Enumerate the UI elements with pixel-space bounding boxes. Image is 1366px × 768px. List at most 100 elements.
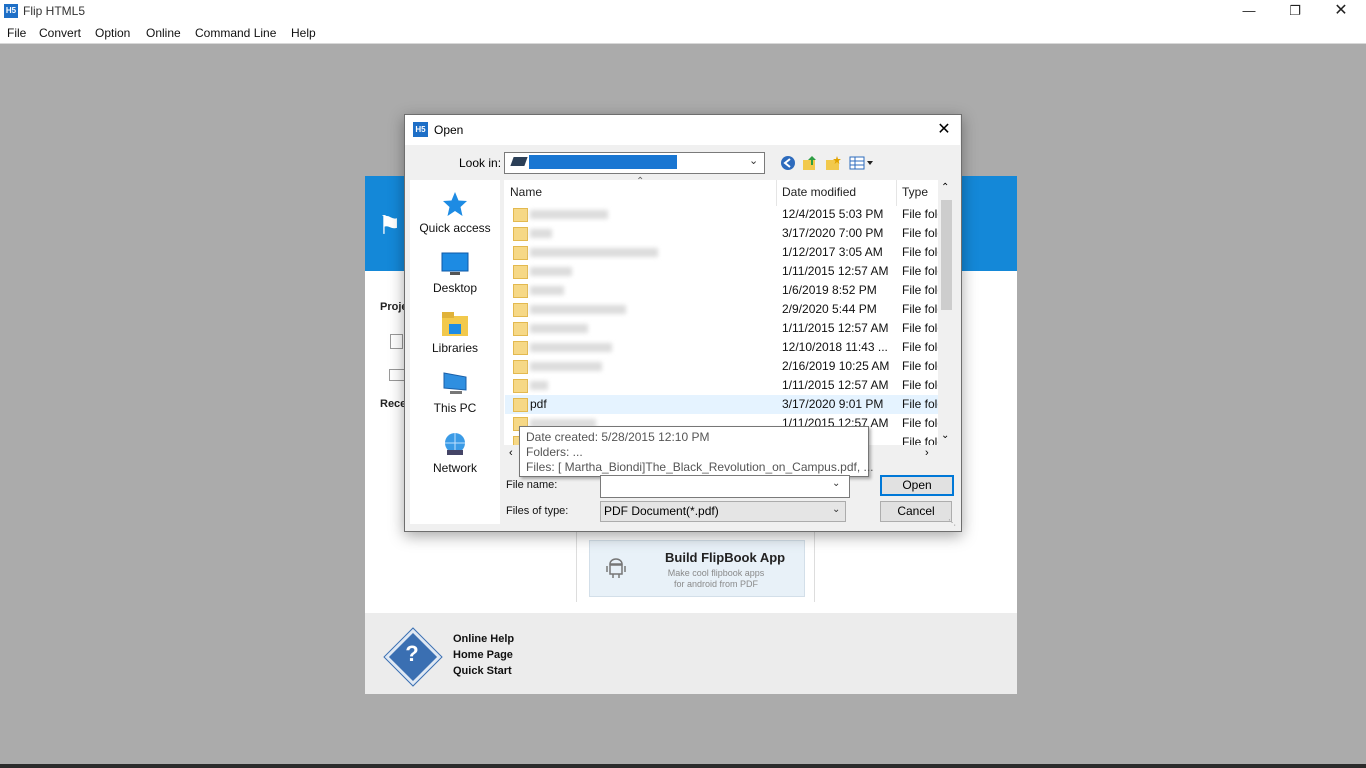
menu-convert[interactable]: Convert <box>39 26 81 40</box>
file-type: File folder <box>902 378 938 392</box>
redacted-file-name <box>530 267 572 276</box>
dialog-logo-icon: H5 <box>413 122 428 137</box>
menu-option[interactable]: Option <box>95 26 130 40</box>
file-type: File folder <box>902 397 938 411</box>
file-date: 12/4/2015 5:03 PM <box>782 207 884 221</box>
build-app-subtitle: Make cool flipbook apps for android from… <box>650 568 782 590</box>
home-page-link[interactable]: Home Page <box>453 649 513 661</box>
folder-icon <box>513 246 528 260</box>
minimize-icon[interactable]: — <box>1226 0 1272 22</box>
redacted-file-name <box>530 362 602 371</box>
desktop-icon <box>441 252 469 275</box>
file-type: File folder <box>902 283 938 297</box>
open-project-icon[interactable] <box>389 369 405 381</box>
redacted-file-name <box>530 229 552 238</box>
restore-icon[interactable]: ❐ <box>1272 0 1318 22</box>
file-date: 3/17/2020 7:00 PM <box>782 226 884 240</box>
dialog-close-icon[interactable]: ✕ <box>932 118 956 142</box>
android-icon <box>606 558 626 578</box>
file-type: File folder <box>902 340 938 354</box>
new-project-icon[interactable] <box>390 334 403 349</box>
look-in-selected-value <box>529 155 677 169</box>
folder-icon <box>513 322 528 336</box>
file-type: File folder <box>902 302 938 316</box>
chevron-down-icon[interactable]: ⌄ <box>832 478 840 489</box>
taskbar-edge <box>0 764 1366 768</box>
file-date: 2/16/2019 10:25 AM <box>782 359 890 373</box>
online-help-link[interactable]: Online Help <box>453 633 514 645</box>
menu-online[interactable]: Online <box>146 26 181 40</box>
menu-help[interactable]: Help <box>291 26 316 40</box>
folder-icon <box>513 227 528 241</box>
open-button[interactable]: Open <box>880 475 954 496</box>
place-label: Desktop <box>432 281 478 295</box>
place-this-pc[interactable]: This PC <box>410 370 500 415</box>
scroll-right-icon[interactable]: › <box>925 447 929 459</box>
file-date: 1/11/2015 12:57 AM <box>782 378 889 392</box>
menu-file[interactable]: File <box>7 26 26 40</box>
folder-icon <box>513 303 528 317</box>
folder-icon <box>513 379 528 393</box>
file-date: 1/11/2015 12:57 AM <box>782 321 889 335</box>
files-of-type-value: PDF Document(*.pdf) <box>604 504 719 518</box>
close-window-icon[interactable]: ✕ <box>1318 0 1364 22</box>
place-libraries[interactable]: Libraries <box>410 310 500 355</box>
file-date: 1/12/2017 3:05 AM <box>782 245 883 259</box>
menu-command-line[interactable]: Command Line <box>195 26 276 40</box>
star-icon <box>443 192 467 216</box>
place-network[interactable]: Network <box>410 430 500 475</box>
column-header-type[interactable]: Type <box>902 185 928 199</box>
folder-icon <box>513 208 528 222</box>
place-quick-access[interactable]: Quick access <box>410 190 500 235</box>
chevron-down-icon[interactable]: ⌄ <box>749 154 758 167</box>
file-type: File folder <box>902 264 938 278</box>
folder-icon <box>513 360 528 374</box>
scrollbar-thumb[interactable] <box>941 200 952 310</box>
file-date: 1/6/2019 8:52 PM <box>782 283 877 297</box>
scroll-left-icon[interactable]: ‹ <box>509 447 513 459</box>
file-type: File folder <box>902 207 938 221</box>
scroll-up-icon[interactable]: ⌃ <box>941 182 949 193</box>
resize-grip-icon[interactable]: ⋱ <box>948 518 956 527</box>
redacted-file-name <box>530 324 588 333</box>
new-folder-icon[interactable] <box>825 155 841 171</box>
build-app-title: Build FlipBook App <box>665 550 786 565</box>
scroll-down-icon[interactable]: ⌄ <box>941 430 949 441</box>
up-folder-icon[interactable] <box>802 155 818 171</box>
file-name-input[interactable] <box>600 475 850 498</box>
window-titlebar <box>0 0 1366 22</box>
place-desktop[interactable]: Desktop <box>410 250 500 295</box>
network-icon <box>445 433 465 455</box>
recent-heading: Rece <box>380 398 407 410</box>
file-name-label: File name: <box>506 479 558 491</box>
build-app-subtitle-line: for android from PDF <box>673 579 759 589</box>
folder-icon <box>513 398 528 412</box>
divider <box>576 530 577 602</box>
quick-start-link[interactable]: Quick Start <box>453 665 512 677</box>
file-type: File folder <box>902 359 938 373</box>
files-of-type-label: Files of type: <box>506 505 569 517</box>
folder-icon <box>513 341 528 355</box>
column-header-date[interactable]: Date modified <box>782 185 856 199</box>
build-app-subtitle-line: Make cool flipbook apps <box>667 568 765 578</box>
place-label: Quick access <box>419 221 491 235</box>
cancel-button[interactable]: Cancel <box>880 501 952 522</box>
redacted-file-name <box>530 305 626 314</box>
view-menu-icon[interactable] <box>849 155 875 171</box>
back-icon[interactable] <box>780 155 796 171</box>
chevron-down-icon[interactable]: ⌄ <box>832 504 840 515</box>
redacted-file-name <box>530 286 564 295</box>
column-separator <box>896 180 897 206</box>
redacted-file-name <box>530 210 608 219</box>
column-header-name[interactable]: Name <box>510 185 542 199</box>
redacted-file-name <box>530 343 612 352</box>
place-label: Libraries <box>431 341 479 355</box>
folder-icon <box>513 284 528 298</box>
file-date: 2/9/2020 5:44 PM <box>782 302 877 316</box>
tooltip-folders: Folders: ... <box>526 445 583 459</box>
computer-icon <box>443 372 467 394</box>
dialog-titlebar <box>405 115 960 145</box>
look-in-label: Look in: <box>459 156 502 170</box>
help-question-mark-icon: ? <box>405 641 419 666</box>
tooltip-files: Files: [ Martha_Biondi]The_Black_Revolut… <box>526 460 874 474</box>
